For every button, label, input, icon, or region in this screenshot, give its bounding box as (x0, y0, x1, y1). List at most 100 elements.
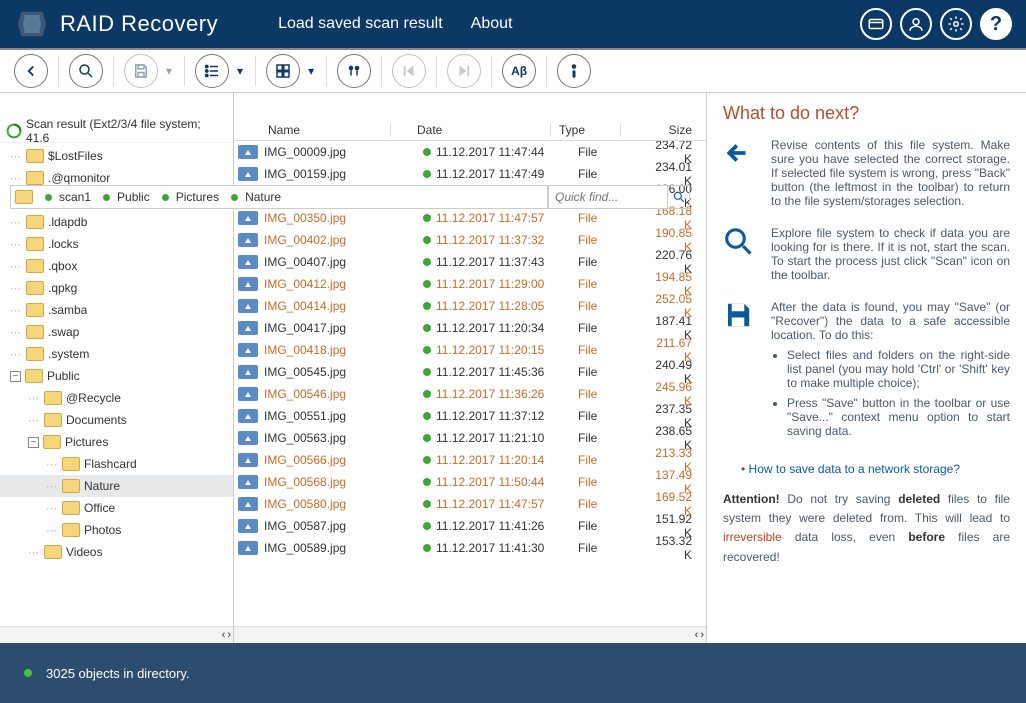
folder-icon (62, 457, 80, 471)
card-icon[interactable] (860, 8, 892, 40)
back-button[interactable] (14, 54, 48, 88)
tree-item-videos[interactable]: ⋯Videos (0, 541, 233, 563)
column-type[interactable]: Type (550, 123, 620, 137)
tree-item-ldapdb[interactable]: ⋯.ldapdb (0, 211, 233, 233)
grid-view-dropdown[interactable]: ▾ (306, 54, 316, 88)
file-name: IMG_00350.jpg (262, 211, 418, 225)
image-file-icon (238, 541, 258, 555)
quick-find-button[interactable] (668, 185, 690, 209)
tree-item-locks[interactable]: ⋯.locks (0, 233, 233, 255)
file-name: IMG_00418.jpg (262, 343, 418, 357)
file-row[interactable]: IMG_00587.jpg11.12.2017 11:41:26File151.… (234, 515, 706, 537)
tree-item-office[interactable]: ⋯Office (0, 497, 233, 519)
file-row[interactable]: IMG_00563.jpg11.12.2017 11:21:10File238.… (234, 427, 706, 449)
tree-item-flashcard[interactable]: ⋯Flashcard (0, 453, 233, 475)
menu-load[interactable]: Load saved scan result (278, 15, 443, 33)
tree-item-recycle[interactable]: ⋯@Recycle (0, 387, 233, 409)
tree-item-photos[interactable]: ⋯Photos (0, 519, 233, 541)
file-row[interactable]: IMG_00407.jpg11.12.2017 11:37:43File220.… (234, 251, 706, 273)
status-dot-icon (418, 170, 436, 178)
file-row[interactable]: IMG_00417.jpg11.12.2017 11:20:34File187.… (234, 317, 706, 339)
tree-item-system[interactable]: ⋯.system (0, 343, 233, 365)
breadcrumb[interactable]: scan1 Public Pictures Nature (10, 185, 548, 209)
file-row[interactable]: IMG_00414.jpg11.12.2017 11:28:05File252.… (234, 295, 706, 317)
find-button[interactable] (337, 54, 371, 88)
file-name: IMG_00546.jpg (262, 387, 418, 401)
tree-item-swap[interactable]: ⋯.swap (0, 321, 233, 343)
breadcrumb-item[interactable]: Nature (245, 190, 281, 204)
file-row[interactable]: IMG_00551.jpg11.12.2017 11:37:12File237.… (234, 405, 706, 427)
save-dropdown[interactable]: ▾ (164, 54, 174, 88)
help-link[interactable]: How to save data to a network storage? (749, 462, 960, 476)
help-icon[interactable]: ? (980, 8, 1012, 40)
file-name: IMG_00551.jpg (262, 409, 418, 423)
next-button[interactable] (447, 54, 481, 88)
file-row[interactable]: IMG_00009.jpg11.12.2017 11:47:44File234.… (234, 141, 706, 163)
tree-label: .samba (48, 303, 87, 317)
file-row[interactable]: IMG_00566.jpg11.12.2017 11:20:14File213.… (234, 449, 706, 471)
tree-item-documents[interactable]: ⋯Documents (0, 409, 233, 431)
file-row[interactable]: IMG_00350.jpg11.12.2017 11:47:57File168.… (234, 207, 706, 229)
tree-item-samba[interactable]: ⋯.samba (0, 299, 233, 321)
file-row[interactable]: IMG_00402.jpg11.12.2017 11:37:32File190.… (234, 229, 706, 251)
file-type: File (578, 431, 648, 445)
folder-icon (62, 501, 80, 515)
tree-label: Pictures (65, 435, 108, 449)
column-name[interactable]: Name (234, 123, 390, 137)
list-view-button[interactable] (195, 54, 229, 88)
file-name: IMG_00159.jpg (262, 167, 418, 181)
image-file-icon (238, 145, 258, 159)
file-row[interactable]: IMG_00568.jpg11.12.2017 11:50:44File137.… (234, 471, 706, 493)
user-icon[interactable] (900, 8, 932, 40)
tree-item-public[interactable]: −Public (0, 365, 233, 387)
tree-scrollbar[interactable]: ‹› (0, 626, 233, 643)
image-file-icon (238, 343, 258, 357)
gear-icon[interactable] (940, 8, 972, 40)
file-date: 11.12.2017 11:47:57 (436, 497, 578, 511)
file-date: 11.12.2017 11:37:43 (436, 255, 578, 269)
file-name: IMG_00580.jpg (262, 497, 418, 511)
column-date[interactable]: Date (390, 123, 550, 137)
tree-item-qpkg[interactable]: ⋯.qpkg (0, 277, 233, 299)
tree-item-pictures[interactable]: −Pictures (0, 431, 233, 453)
tree-item-nature[interactable]: ⋯Nature (0, 475, 233, 497)
column-size[interactable]: Size (620, 123, 706, 137)
list-view-dropdown[interactable]: ▾ (235, 54, 245, 88)
folder-icon (26, 259, 44, 273)
breadcrumb-item[interactable]: Public (117, 190, 150, 204)
save-button[interactable] (124, 54, 158, 88)
tree-item-lostfiles[interactable]: ⋯$LostFiles (0, 145, 233, 167)
image-file-icon (238, 387, 258, 401)
scan-result-title[interactable]: Scan result (Ext2/3/4 file system; 41.6 (0, 119, 233, 143)
breadcrumb-item[interactable]: Pictures (176, 190, 219, 204)
quick-find-input[interactable] (548, 185, 668, 209)
image-file-icon (238, 475, 258, 489)
grid-view-button[interactable] (266, 54, 300, 88)
file-type: File (578, 343, 648, 357)
file-row[interactable]: IMG_00589.jpg11.12.2017 11:41:30File153.… (234, 537, 706, 559)
file-row[interactable]: IMG_00545.jpg11.12.2017 11:45:36File240.… (234, 361, 706, 383)
scan-help-icon (723, 226, 757, 282)
file-date: 11.12.2017 11:20:34 (436, 321, 578, 335)
breadcrumb-item[interactable]: scan1 (59, 190, 91, 204)
file-row[interactable]: IMG_00418.jpg11.12.2017 11:20:15File211.… (234, 339, 706, 361)
status-dot-icon (24, 669, 32, 677)
scan-button[interactable] (69, 54, 103, 88)
file-size: 153.32 K (648, 534, 706, 562)
menu-about[interactable]: About (471, 15, 513, 33)
file-name: IMG_00587.jpg (262, 519, 418, 533)
tree-item-qbox[interactable]: ⋯.qbox (0, 255, 233, 277)
prev-button[interactable] (392, 54, 426, 88)
folder-icon (44, 391, 62, 405)
image-file-icon (238, 519, 258, 533)
file-row[interactable]: IMG_00412.jpg11.12.2017 11:29:00File194.… (234, 273, 706, 295)
status-text: 3025 objects in directory. (46, 666, 190, 681)
tree-label: @Recycle (66, 391, 121, 405)
case-button[interactable]: Aβ (502, 54, 536, 88)
image-file-icon (238, 453, 258, 467)
info-button[interactable] (557, 54, 591, 88)
file-scrollbar[interactable]: ‹› (234, 626, 706, 643)
file-row[interactable]: IMG_00580.jpg11.12.2017 11:47:57File169.… (234, 493, 706, 515)
file-row[interactable]: IMG_00159.jpg11.12.2017 11:47:49File234.… (234, 163, 706, 185)
file-row[interactable]: IMG_00546.jpg11.12.2017 11:36:26File245.… (234, 383, 706, 405)
